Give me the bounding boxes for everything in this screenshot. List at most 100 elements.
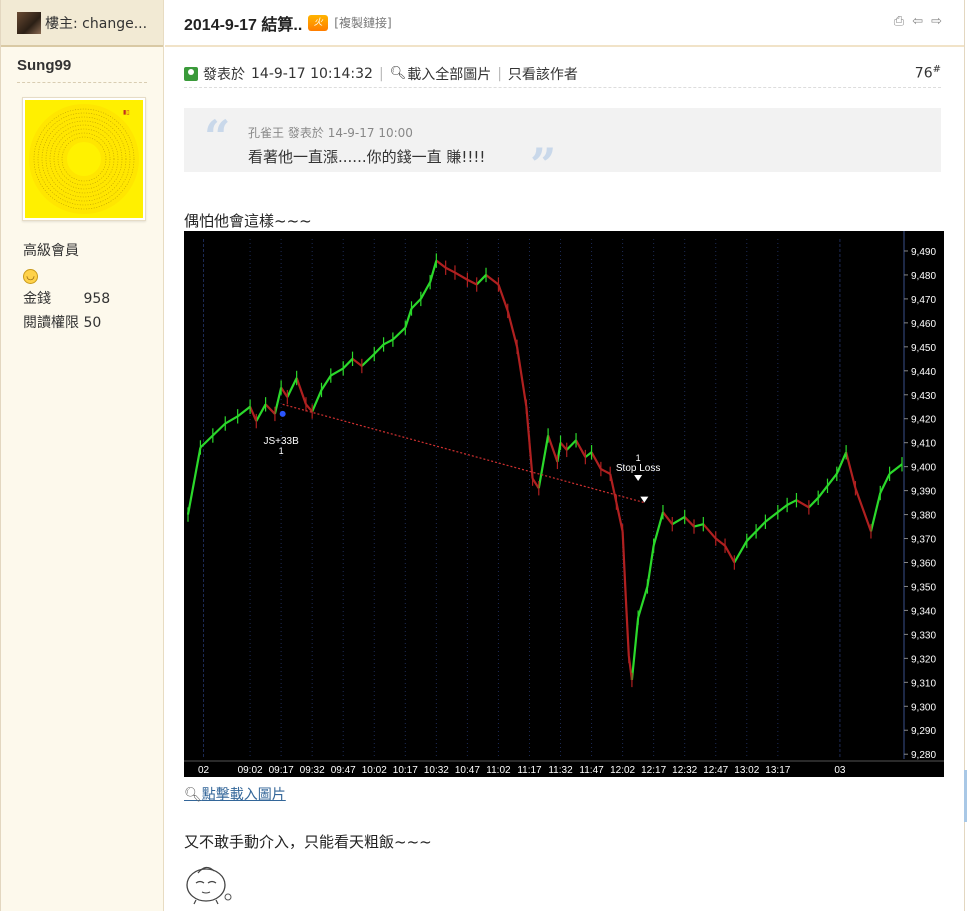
author-sidebar: 樓主: change... Sung99 ▮▯ 高級會員 ◡ 金錢 958 閱讀… <box>1 0 164 911</box>
starter-avatar-thumb <box>17 11 41 34</box>
exit-marker-icon <box>640 496 649 503</box>
price-segment <box>383 338 394 346</box>
author-only-link[interactable]: 只看該作者 <box>508 64 578 84</box>
price-segment <box>286 377 298 398</box>
x-tick-label: 10:17 <box>393 765 418 776</box>
y-tick-label: 9,390 <box>911 487 936 498</box>
y-tick-label: 9,310 <box>911 678 936 689</box>
price-segment <box>590 451 602 470</box>
price-segment <box>342 358 354 370</box>
x-tick-label: 03 <box>834 765 846 776</box>
y-tick-label: 9,330 <box>911 630 936 641</box>
price-segment <box>515 346 528 407</box>
magnifier-icon: 🔍︎ <box>184 787 202 803</box>
price-segment <box>373 343 385 355</box>
x-tick-label: 11:02 <box>486 765 511 776</box>
y-tick-label: 9,490 <box>911 247 936 258</box>
price-segment <box>320 374 332 391</box>
x-tick-label: 11:17 <box>517 765 542 776</box>
price-segment <box>475 274 487 286</box>
price-segment <box>236 405 251 418</box>
price-segment <box>630 617 640 681</box>
price-segment <box>724 545 736 564</box>
entry-sub-label: 1 <box>279 446 284 456</box>
thread-starter-label[interactable]: 樓主: change... <box>45 13 147 33</box>
magnifier-icon: 🔍︎ <box>389 66 407 81</box>
posted-at: 14-9-17 10:14:32 <box>251 65 373 82</box>
author-username[interactable]: Sung99 <box>17 57 147 83</box>
price-segment <box>199 434 214 449</box>
price-segment <box>888 463 903 475</box>
price-segment <box>795 499 810 509</box>
price-segment <box>854 487 872 532</box>
post-main: 2014-9-17 結算.. 火 [複製鏈接] ⎙ ⇦ ⇨ 發表於 14-9-1… <box>165 0 964 911</box>
entry-marker-icon <box>279 410 286 417</box>
x-tick-label: 09:17 <box>269 765 294 776</box>
copy-link-button[interactable]: [複製鏈接] <box>334 14 391 31</box>
y-tick-label: 9,460 <box>911 319 936 330</box>
price-segment <box>835 451 848 475</box>
x-tick-label: 10:02 <box>362 765 387 776</box>
price-segment <box>537 435 550 489</box>
x-tick-label: 11:32 <box>548 765 573 776</box>
price-segment <box>485 274 500 286</box>
x-tick-label: 12:17 <box>641 765 666 776</box>
y-tick-label: 9,320 <box>911 654 936 665</box>
load-image-link[interactable]: 🔍︎點擊載入圖片 <box>184 784 286 804</box>
price-segment <box>445 266 456 274</box>
price-segment <box>869 492 882 532</box>
thread-title[interactable]: 2014-9-17 結算.. <box>184 11 302 35</box>
price-segment <box>435 259 447 269</box>
price-segment <box>547 435 559 463</box>
thread-title-bar: 2014-9-17 結算.. 火 [複製鏈接] ⎙ ⇦ ⇨ <box>165 0 964 47</box>
price-segment <box>764 511 779 523</box>
svg-text:▮▯: ▮▯ <box>123 109 130 116</box>
price-segment <box>264 403 276 415</box>
stop-loss-top-label: 1 <box>636 453 641 463</box>
floor-number[interactable]: 76# <box>915 64 941 82</box>
divider: | <box>378 65 384 82</box>
x-tick-label: 11:47 <box>579 765 604 776</box>
price-segment <box>506 310 519 348</box>
price-segment <box>702 523 717 540</box>
money-label: 金錢 <box>23 291 51 307</box>
y-tick-label: 9,280 <box>911 750 936 761</box>
y-tick-label: 9,410 <box>911 439 936 450</box>
price-segment <box>671 516 686 526</box>
read-permission-value: 50 <box>83 315 102 331</box>
quote-author: 孔雀王 <box>248 126 285 140</box>
y-tick-label: 9,430 <box>911 391 936 402</box>
post-meta-bar: 發表於 14-9-17 10:14:32 | 🔍︎ 載入全部圖片 | 只看該作者… <box>184 60 941 88</box>
y-tick-label: 9,420 <box>911 415 936 426</box>
posted-prefix: 發表於 <box>203 66 245 83</box>
stop-loss-label: Stop Loss <box>616 463 660 474</box>
next-thread-icon[interactable]: ⇨ <box>931 14 942 29</box>
thread-starter-header[interactable]: 樓主: change... <box>1 0 163 47</box>
x-tick-label: 10:32 <box>424 765 449 776</box>
avatar[interactable]: ▮▯ <box>22 97 146 221</box>
price-segment <box>808 497 819 509</box>
prev-thread-icon[interactable]: ⇦ <box>912 14 923 29</box>
price-segment <box>646 545 655 587</box>
price-segment <box>584 451 593 458</box>
price-segment <box>404 308 413 329</box>
stop-arrow-icon <box>634 475 643 482</box>
thread-tools: ⎙ ⇦ ⇨ <box>894 14 942 29</box>
price-chart[interactable]: 9,280 9,290 9,300 9,310 9,320 9,330 9,340 9,350… <box>184 231 944 777</box>
print-icon[interactable]: ⎙ <box>894 14 904 29</box>
quote-block: “ 孔雀王 發表於 14-9-17 10:00 看著他一直漲......你的錢一… <box>184 108 941 192</box>
author-rank: 高級會員 <box>23 243 79 259</box>
y-tick-label: 9,380 <box>911 511 936 522</box>
price-segment <box>429 260 438 283</box>
hot-badge-icon: 火 <box>308 14 329 31</box>
price-segment <box>249 406 258 422</box>
x-tick-label: 13:17 <box>765 765 790 776</box>
load-all-images-link[interactable]: 載入全部圖片 <box>407 64 491 84</box>
x-tick-label: 12:47 <box>703 765 728 776</box>
y-tick-label: 9,300 <box>911 702 936 713</box>
price-segment <box>683 516 695 528</box>
price-segment <box>621 531 627 597</box>
price-segment <box>392 326 407 341</box>
price-segment <box>273 387 283 415</box>
price-segment <box>186 447 202 515</box>
